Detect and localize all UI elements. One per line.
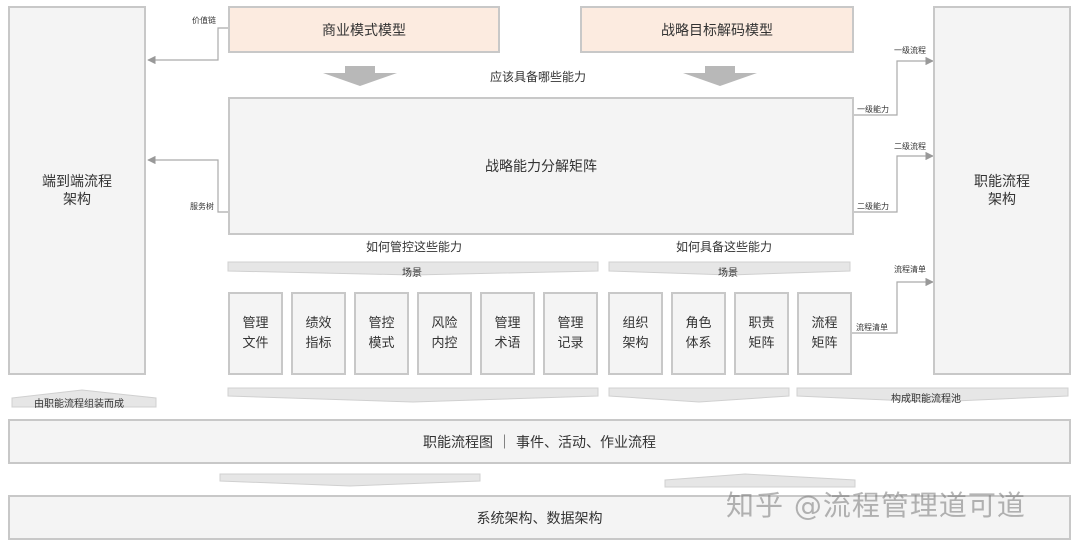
end-to-end-architecture-panel: 端到端流程 架构 — [8, 6, 146, 375]
end-to-end-architecture-title: 端到端流程 架构 — [42, 173, 112, 208]
functional-architecture-title: 职能流程 架构 — [974, 173, 1030, 208]
control-cell-label: 风险 内控 — [431, 315, 458, 351]
how-acquire-label: 如何具备这些能力 — [676, 240, 773, 254]
business-model-box: 商业模式模型 — [228, 6, 500, 53]
scene-right-label: 场景 — [718, 268, 738, 279]
system-architecture-label: 系统架构、数据架构 — [476, 510, 603, 527]
level2-capability-label: 二级能力 — [857, 202, 889, 211]
level1-process-label: 一级流程 — [894, 46, 926, 55]
control-cell-label: 管理 术语 — [494, 315, 521, 351]
how-control-label: 如何管控这些能力 — [366, 240, 463, 254]
service-tree-label: 服务树 — [190, 202, 214, 211]
assembled-from-label: 由职能流程组装而成 — [34, 399, 124, 410]
control-cell-label: 管理 记录 — [557, 315, 584, 351]
control-cell: 管控 模式 — [354, 292, 409, 375]
acquire-cell: 流程 矩阵 — [797, 292, 852, 375]
under-cells-band-left — [227, 387, 599, 403]
functional-architecture-panel: 职能流程 架构 — [933, 6, 1071, 375]
value-chain-connector — [147, 27, 228, 65]
control-cell-label: 管理 文件 — [242, 315, 269, 351]
acquire-cell-label: 组织 架构 — [622, 315, 649, 351]
strategy-decode-label: 战略目标解码模型 — [661, 22, 773, 39]
acquire-cell: 职责 矩阵 — [734, 292, 789, 375]
down-arrow-left — [323, 66, 397, 86]
capabilities-question: 应该具备哪些能力 — [490, 70, 587, 84]
process-list-in-label: 流程清单 — [856, 323, 888, 332]
control-cell: 管理 记录 — [543, 292, 598, 375]
acquire-cell-label: 角色 体系 — [685, 315, 712, 351]
acquire-cell-label: 职责 矩阵 — [748, 315, 775, 351]
acquire-cell: 角色 体系 — [671, 292, 726, 375]
control-cell-label: 管控 模式 — [368, 315, 395, 351]
business-model-label: 商业模式模型 — [322, 22, 406, 39]
watermark: 知乎 @流程管理道可道 — [726, 489, 1026, 522]
acquire-cell: 组织 架构 — [608, 292, 663, 375]
under-cells-band-right — [608, 387, 790, 403]
control-cell: 管理 术语 — [480, 292, 535, 375]
strategy-decode-box: 战略目标解码模型 — [580, 6, 854, 53]
control-cell: 管理 文件 — [228, 292, 283, 375]
level1-capability-label: 一级能力 — [857, 105, 889, 114]
process-list-out-label: 流程清单 — [894, 265, 926, 274]
down-arrow-right — [683, 66, 757, 86]
functional-flow-bar: 职能流程图 ｜ 事件、活动、作业流程 — [8, 419, 1071, 464]
service-tree-connector — [147, 155, 228, 213]
forms-pool-label: 构成职能流程池 — [891, 394, 961, 405]
acquire-cell-label: 流程 矩阵 — [811, 315, 838, 351]
value-chain-label: 价值链 — [192, 16, 216, 25]
level2-process-label: 二级流程 — [894, 142, 926, 151]
control-cell: 绩效 指标 — [291, 292, 346, 375]
down-band-bottom-left — [219, 473, 481, 487]
control-cell: 风险 内控 — [417, 292, 472, 375]
strategy-matrix-box: 战略能力分解矩阵 — [228, 97, 854, 235]
functional-flow-label: 职能流程图 ｜ 事件、活动、作业流程 — [423, 434, 656, 451]
strategy-matrix-title: 战略能力分解矩阵 — [485, 159, 597, 175]
scene-left-label: 场景 — [402, 268, 422, 279]
control-cell-label: 绩效 指标 — [305, 315, 332, 351]
